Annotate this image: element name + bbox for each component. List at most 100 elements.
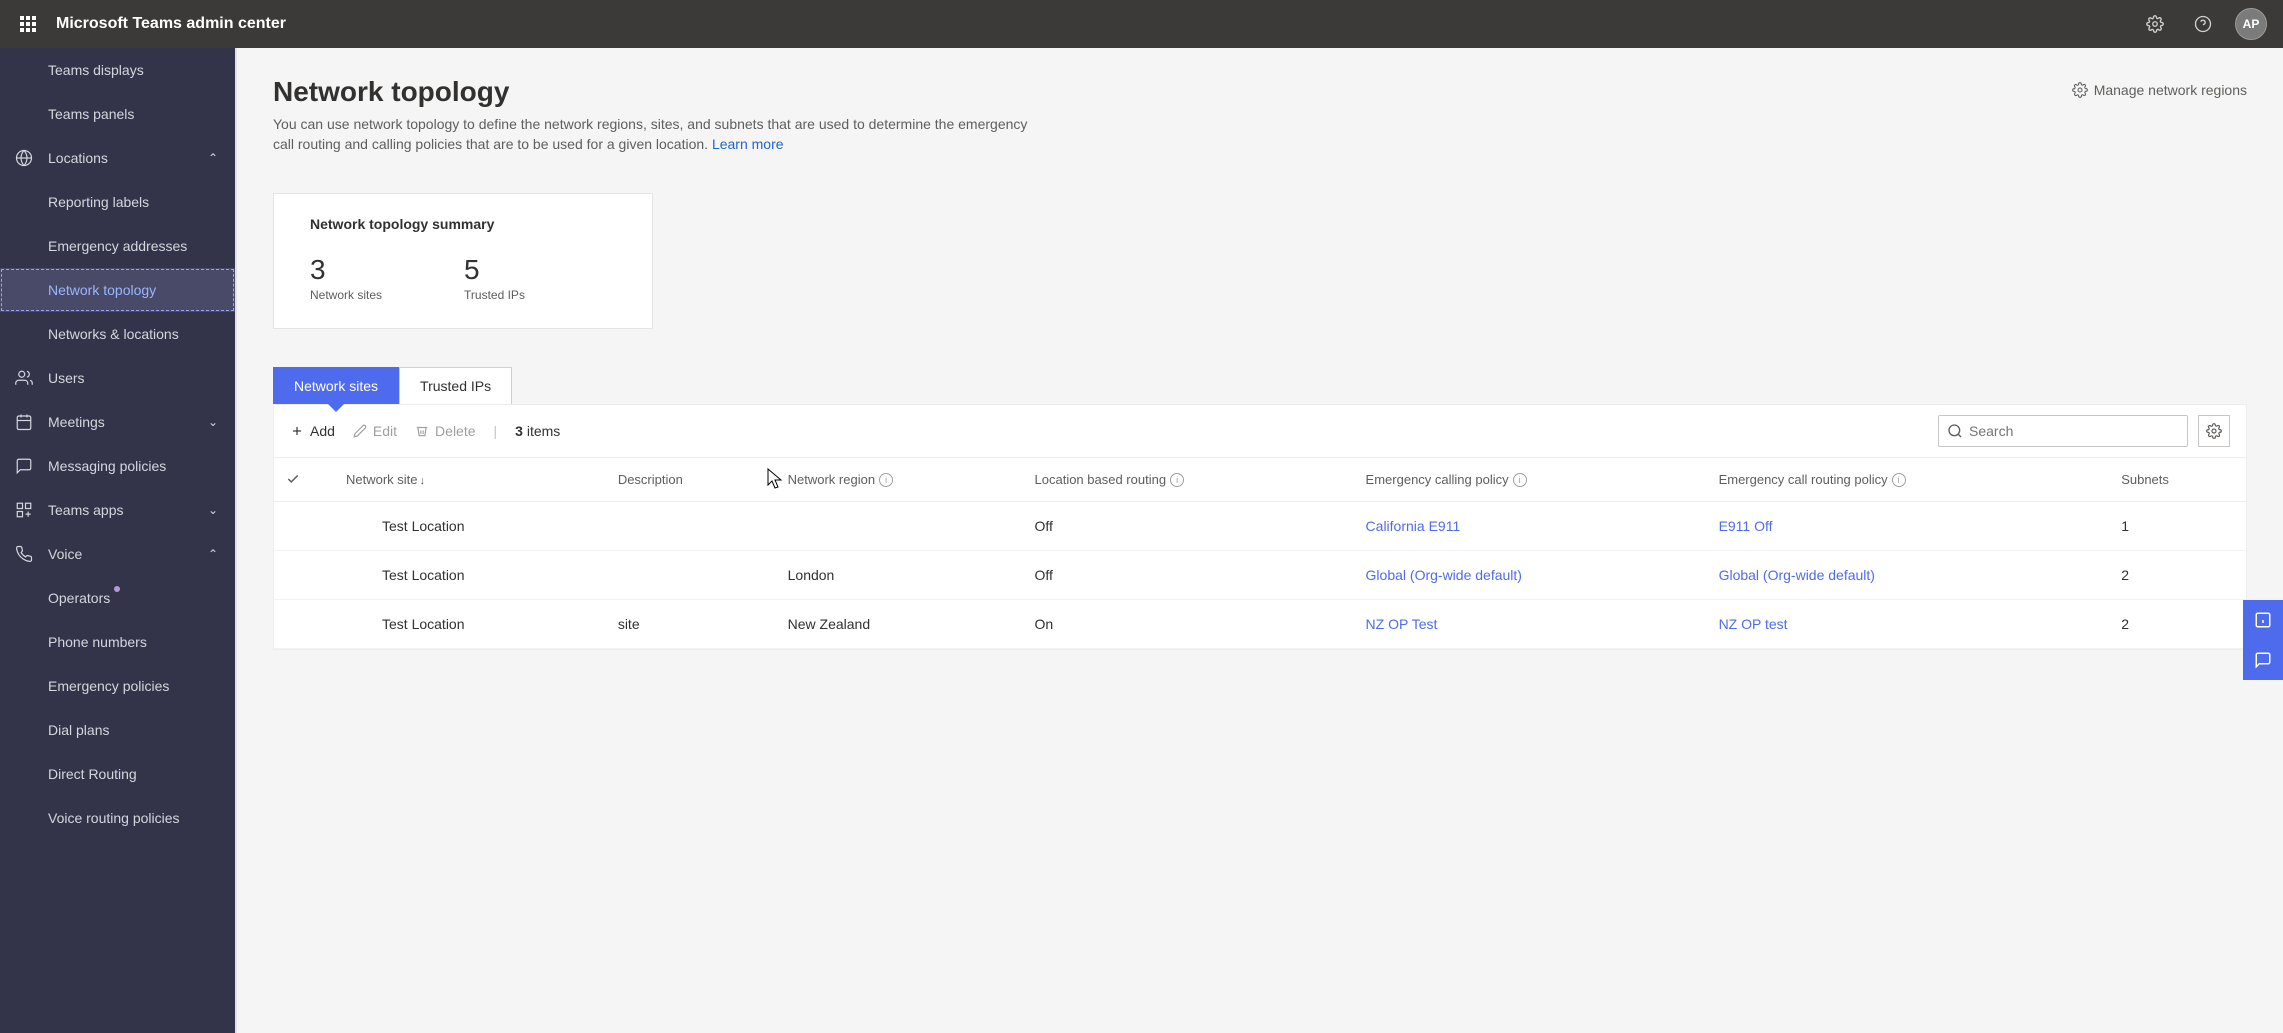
col-description[interactable]: Description — [606, 457, 776, 502]
sidebar-item-direct-routing[interactable]: Direct Routing — [0, 752, 235, 796]
col-network-site[interactable]: Network site↓ — [334, 457, 606, 502]
pencil-icon — [353, 424, 367, 438]
nav-label: Voice — [48, 546, 205, 562]
sidebar-item-teams-apps[interactable]: Teams apps⌄ — [0, 488, 235, 532]
cell-description — [606, 502, 776, 551]
manage-network-regions-link[interactable]: Manage network regions — [2072, 76, 2247, 98]
cell-lbr: Off — [1023, 502, 1354, 551]
row-select[interactable] — [274, 502, 334, 551]
col-subnets[interactable]: Subnets — [2109, 457, 2246, 502]
row-select[interactable] — [274, 600, 334, 649]
cell-emergency-call-routing-policy[interactable]: E911 Off — [1707, 502, 2110, 551]
nav-label: Dial plans — [48, 722, 221, 738]
summary-card: Network topology summary 3Network sites 5… — [273, 193, 653, 329]
table-row[interactable]: Test LocationLondonOffGlobal (Org-wide d… — [274, 551, 2246, 600]
add-button[interactable]: Add — [290, 423, 335, 439]
cell-site[interactable]: Test Location — [334, 551, 606, 600]
avatar[interactable]: AP — [2235, 8, 2267, 40]
stat: 3Network sites — [310, 254, 382, 302]
cell-emergency-call-routing-policy[interactable]: Global (Org-wide default) — [1707, 551, 2110, 600]
nav-label: Direct Routing — [48, 766, 221, 782]
sidebar-item-teams-panels[interactable]: Teams panels — [0, 92, 235, 136]
col-emergency-call-routing-policy[interactable]: Emergency call routing policyi — [1707, 457, 2110, 502]
learn-more-link[interactable]: Learn more — [712, 136, 784, 152]
stat-value: 3 — [310, 254, 382, 286]
col-emergency-calling-policy[interactable]: Emergency calling policyi — [1354, 457, 1707, 502]
apps-icon — [14, 501, 34, 519]
settings-button[interactable] — [2139, 8, 2171, 40]
help-button[interactable] — [2187, 8, 2219, 40]
sidebar-item-dial-plans[interactable]: Dial plans — [0, 708, 235, 752]
nav-label: Phone numbers — [48, 634, 221, 650]
cell-emergency-calling-policy[interactable]: California E911 — [1354, 502, 1707, 551]
sidebar-item-reporting-labels[interactable]: Reporting labels — [0, 180, 235, 224]
search-box[interactable] — [1938, 415, 2188, 447]
info-icon[interactable]: i — [1513, 473, 1527, 487]
info-panel-button[interactable] — [2243, 600, 2283, 640]
summary-title: Network topology summary — [310, 216, 616, 232]
cell-emergency-calling-policy[interactable]: NZ OP Test — [1354, 600, 1707, 649]
info-icon[interactable]: i — [1170, 473, 1184, 487]
search-icon — [1947, 423, 1963, 439]
sidebar-item-voice[interactable]: Voice⌃ — [0, 532, 235, 576]
sidebar-item-operators[interactable]: Operators — [0, 576, 235, 620]
sidebar-item-emergency-addresses[interactable]: Emergency addresses — [0, 224, 235, 268]
chevron-up-icon: ⌃ — [205, 546, 221, 562]
cell-subnets: 2 — [2109, 600, 2246, 649]
cell-region: London — [776, 551, 1023, 600]
sidebar-item-meetings[interactable]: Meetings⌄ — [0, 400, 235, 444]
table-row[interactable]: Test LocationsiteNew ZealandOnNZ OP Test… — [274, 600, 2246, 649]
sidebar-item-phone-numbers[interactable]: Phone numbers — [0, 620, 235, 664]
calendar-icon — [14, 413, 34, 431]
sidebar-item-users[interactable]: Users — [0, 356, 235, 400]
search-input[interactable] — [1969, 423, 2179, 439]
chevron-down-icon: ⌄ — [205, 414, 221, 430]
cell-site[interactable]: Test Location — [334, 502, 606, 551]
manage-regions-label: Manage network regions — [2094, 82, 2247, 98]
cell-emergency-calling-policy[interactable]: Global (Org-wide default) — [1354, 551, 1707, 600]
stat-value: 5 — [464, 254, 525, 286]
tab-trusted-ips[interactable]: Trusted IPs — [399, 367, 512, 404]
nav-label: Emergency policies — [48, 678, 221, 694]
info-icon[interactable]: i — [879, 473, 893, 487]
sidebar: Teams displaysTeams panelsLocations⌃ Repo… — [0, 48, 237, 1033]
main-content: Network topology Manage network regions … — [237, 48, 2283, 1033]
feedback-button[interactable] — [2243, 640, 2283, 680]
sidebar-item-networks-locations[interactable]: Networks & locations — [0, 312, 235, 356]
cell-region — [776, 502, 1023, 551]
trash-icon — [415, 424, 429, 438]
tab-network-sites[interactable]: Network sites — [273, 367, 399, 404]
app-launcher-button[interactable] — [8, 4, 48, 44]
col-network-region[interactable]: Network regioni — [776, 457, 1023, 502]
nav-label: Networks & locations — [48, 326, 221, 342]
nav-label: Emergency addresses — [48, 238, 221, 254]
cell-description: site — [606, 600, 776, 649]
sidebar-item-locations[interactable]: Locations⌃ — [0, 136, 235, 180]
col-location-based-routing[interactable]: Location based routingi — [1023, 457, 1354, 502]
chevron-up-icon: ⌃ — [205, 150, 221, 166]
waffle-icon — [20, 16, 36, 32]
stat: 5Trusted IPs — [464, 254, 525, 302]
toolbar: Add Edit Delete | 3 items — [274, 405, 2246, 457]
table-settings-button[interactable] — [2198, 415, 2230, 447]
cell-emergency-call-routing-policy[interactable]: NZ OP test — [1707, 600, 2110, 649]
help-icon — [2194, 15, 2212, 33]
table-row[interactable]: Test LocationOffCalifornia E911E911 Off1 — [274, 502, 2246, 551]
delete-button[interactable]: Delete — [415, 423, 475, 439]
sidebar-item-network-topology[interactable]: Network topology — [0, 268, 235, 312]
sidebar-item-teams-displays[interactable]: Teams displays — [0, 48, 235, 92]
row-select[interactable] — [274, 551, 334, 600]
sidebar-item-messaging-policies[interactable]: Messaging policies — [0, 444, 235, 488]
nav-label: Users — [48, 370, 221, 386]
sidebar-item-emergency-policies[interactable]: Emergency policies — [0, 664, 235, 708]
nav-label: Teams apps — [48, 502, 205, 518]
nav-label: Reporting labels — [48, 194, 221, 210]
select-all-column[interactable] — [274, 457, 334, 502]
cell-site[interactable]: Test Location — [334, 600, 606, 649]
gear-icon — [2146, 15, 2164, 33]
notification-dot — [114, 586, 120, 592]
sidebar-item-voice-routing-policies[interactable]: Voice routing policies — [0, 796, 235, 840]
info-icon[interactable]: i — [1892, 473, 1906, 487]
edit-button[interactable]: Edit — [353, 423, 397, 439]
gear-icon — [2072, 82, 2088, 98]
